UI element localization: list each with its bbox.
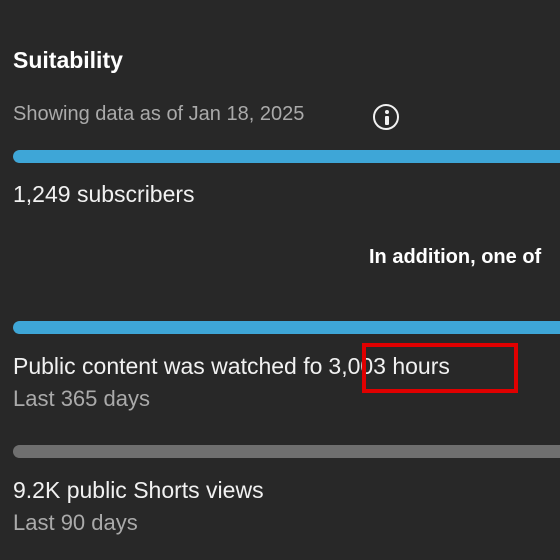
shorts-views-period: Last 90 days bbox=[13, 510, 138, 535]
watch-hours-prefix: Public content was watched fo bbox=[13, 353, 323, 379]
shorts-views-progress-fill bbox=[13, 445, 560, 458]
subscribers-count: 1,249 subscribers bbox=[13, 181, 195, 207]
shorts-views-count: 9.2K public Shorts views bbox=[13, 477, 264, 503]
watch-hours-progress-bar bbox=[13, 321, 560, 334]
data-as-of-text: Showing data as of Jan 18, 2025 bbox=[13, 103, 305, 125]
info-icon-dot bbox=[385, 110, 389, 114]
subscribers-progress-fill bbox=[13, 150, 560, 163]
info-icon-stem bbox=[385, 116, 389, 125]
addition-note: In addition, one of bbox=[369, 246, 542, 268]
section-title: Suitability bbox=[13, 47, 123, 73]
watch-hours-period: Last 365 days bbox=[13, 386, 150, 411]
subscribers-progress-bar bbox=[13, 150, 560, 163]
watch-hours-progress-fill bbox=[13, 321, 560, 334]
watch-hours-highlight-box bbox=[362, 343, 518, 393]
info-icon[interactable] bbox=[373, 104, 399, 130]
shorts-views-progress-bar bbox=[13, 445, 560, 458]
